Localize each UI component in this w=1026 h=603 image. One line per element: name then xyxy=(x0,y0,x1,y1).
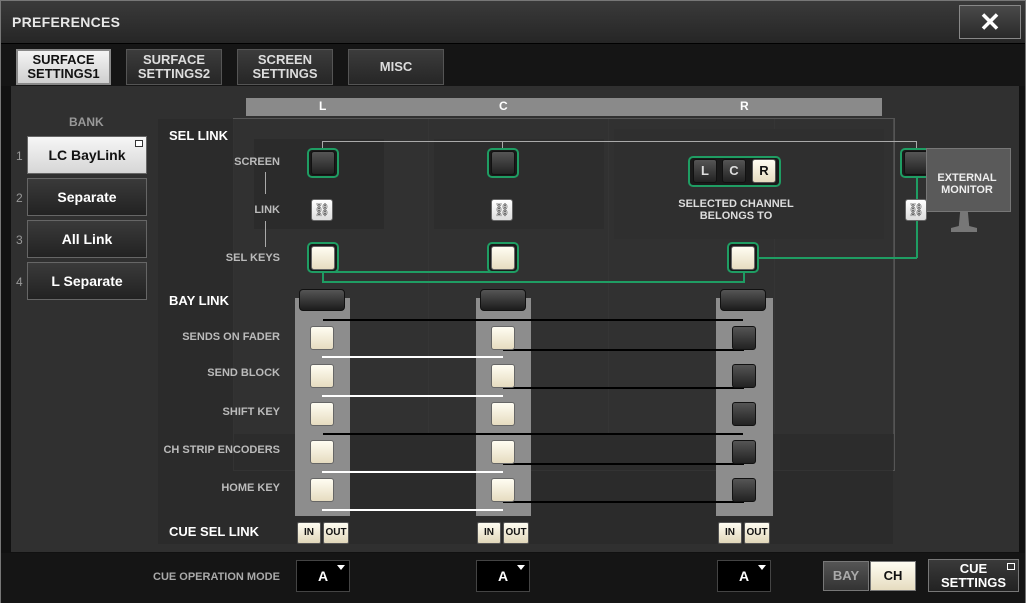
bank-button-l-separate[interactable]: L Separate xyxy=(27,262,147,300)
bay-label-left: L xyxy=(319,99,327,113)
sel-key-l[interactable] xyxy=(307,242,339,273)
cue-mode-dropdown-l[interactable]: A xyxy=(296,560,350,592)
ch-strip-encoders-key-c[interactable] xyxy=(491,440,515,464)
cue-out-button-c[interactable]: OUT xyxy=(503,522,529,544)
bay-header-bar xyxy=(246,98,882,116)
tab-misc[interactable]: MISC xyxy=(348,49,444,85)
row-label-screen: SCREEN xyxy=(234,156,280,168)
cue-operation-mode-label: CUE OPERATION MODE xyxy=(153,571,280,583)
sends-on-fader-key-l[interactable] xyxy=(310,326,334,350)
screen-button-c[interactable] xyxy=(487,148,519,178)
close-button[interactable]: ✕ xyxy=(959,5,1021,39)
send-block-key-c[interactable] xyxy=(491,364,515,388)
home-key-l[interactable] xyxy=(310,478,334,502)
tab-screen-settings[interactable]: SCREEN SETTINGS xyxy=(237,49,333,85)
tab-label: SURFACE SETTINGS1 xyxy=(27,52,100,81)
shift-key-r[interactable] xyxy=(732,402,756,426)
sel-key-r[interactable] xyxy=(727,242,759,273)
bank-button-separate[interactable]: Separate xyxy=(27,178,147,216)
bay-button[interactable]: BAY xyxy=(823,561,869,591)
sel-key-c[interactable] xyxy=(487,242,519,273)
ch-strip-encoders-key-r[interactable] xyxy=(732,440,756,464)
row-label-send-block: SEND BLOCK xyxy=(207,367,280,379)
external-monitor-label: EXTERNAL MONITOR xyxy=(937,172,997,196)
bank-button-all-link[interactable]: All Link xyxy=(27,220,147,258)
window-title: PREFERENCES xyxy=(12,14,121,30)
bank-number: 1 xyxy=(16,149,23,163)
row-label-home-key: HOME KEY xyxy=(221,482,280,494)
bay-link-title: BAY LINK xyxy=(169,293,229,308)
selected-channel-caption: SELECTED CHANNEL BELONGS TO xyxy=(678,198,794,222)
bay-link-button-c[interactable] xyxy=(480,289,526,311)
bank-button-lc-baylink[interactable]: LC BayLink xyxy=(27,136,147,174)
bay-label-right: R xyxy=(740,99,749,113)
link-icon[interactable]: ⛓ xyxy=(905,199,927,221)
bay-link-button-r[interactable] xyxy=(720,289,766,311)
cue-mode-dropdown-r[interactable]: A xyxy=(717,560,771,592)
row-label-sel-keys: SEL KEYS xyxy=(225,252,280,264)
cue-mode-dropdown-c[interactable]: A xyxy=(476,560,530,592)
channel-button-c[interactable]: C xyxy=(722,159,746,183)
cue-in-button-c[interactable]: IN xyxy=(477,522,501,544)
cue-sel-link-title: CUE SEL LINK xyxy=(169,524,260,539)
tab-surface-settings2[interactable]: SURFACE SETTINGS2 xyxy=(126,49,222,85)
sends-on-fader-key-c[interactable] xyxy=(491,326,515,350)
channel-button-r[interactable]: R xyxy=(752,159,776,183)
send-block-key-r[interactable] xyxy=(732,364,756,388)
row-label-ch-strip-encoders: CH STRIP ENCODERS xyxy=(163,444,280,456)
title-bar: PREFERENCES ✕ xyxy=(1,1,1025,44)
cue-in-button-l[interactable]: IN xyxy=(297,522,321,544)
bay-link-button-l[interactable] xyxy=(299,289,345,311)
bay-label-center: C xyxy=(499,99,508,113)
sends-on-fader-key-r[interactable] xyxy=(732,326,756,350)
home-key-r[interactable] xyxy=(732,478,756,502)
bank-label: BANK xyxy=(69,115,104,129)
row-label-shift-key: SHIFT KEY xyxy=(222,406,280,418)
bank-number: 3 xyxy=(16,233,23,247)
ch-button[interactable]: CH xyxy=(870,561,916,591)
shift-key-c[interactable] xyxy=(491,402,515,426)
link-icon[interactable]: ⛓ xyxy=(311,199,333,221)
cue-settings-label: CUE SETTINGS xyxy=(940,561,1006,590)
row-label-sends-on-fader: SENDS ON FADER xyxy=(182,331,280,343)
bank-number: 4 xyxy=(16,275,23,289)
sel-link-title: SEL LINK xyxy=(169,128,228,143)
home-key-c[interactable] xyxy=(491,478,515,502)
shift-key-l[interactable] xyxy=(310,402,334,426)
preferences-window: PREFERENCES ✕ SURFACE SETTINGS1 SURFACE … xyxy=(0,0,1026,603)
cue-in-button-r[interactable]: IN xyxy=(718,522,742,544)
cue-settings-button[interactable]: CUE SETTINGS xyxy=(928,559,1019,592)
cue-out-button-l[interactable]: OUT xyxy=(323,522,349,544)
tab-label: SURFACE SETTINGS2 xyxy=(137,52,211,81)
ch-strip-encoders-key-l[interactable] xyxy=(310,440,334,464)
screen-button-l[interactable] xyxy=(307,148,339,178)
tab-bar: SURFACE SETTINGS1 SURFACE SETTINGS2 SCRE… xyxy=(1,44,1025,86)
tab-label: SCREEN SETTINGS xyxy=(252,52,318,81)
send-block-key-l[interactable] xyxy=(310,364,334,388)
row-label-link: LINK xyxy=(254,204,280,216)
bank-number: 2 xyxy=(16,191,23,205)
cue-out-button-r[interactable]: OUT xyxy=(744,522,770,544)
tab-label: MISC xyxy=(379,59,413,74)
tab-surface-settings1[interactable]: SURFACE SETTINGS1 xyxy=(16,49,111,85)
link-icon[interactable]: ⛓ xyxy=(491,199,513,221)
sel-keys-link-line xyxy=(322,271,504,273)
channel-button-l[interactable]: L xyxy=(693,159,717,183)
screen-link-line xyxy=(322,141,917,142)
close-icon: ✕ xyxy=(979,7,1001,37)
